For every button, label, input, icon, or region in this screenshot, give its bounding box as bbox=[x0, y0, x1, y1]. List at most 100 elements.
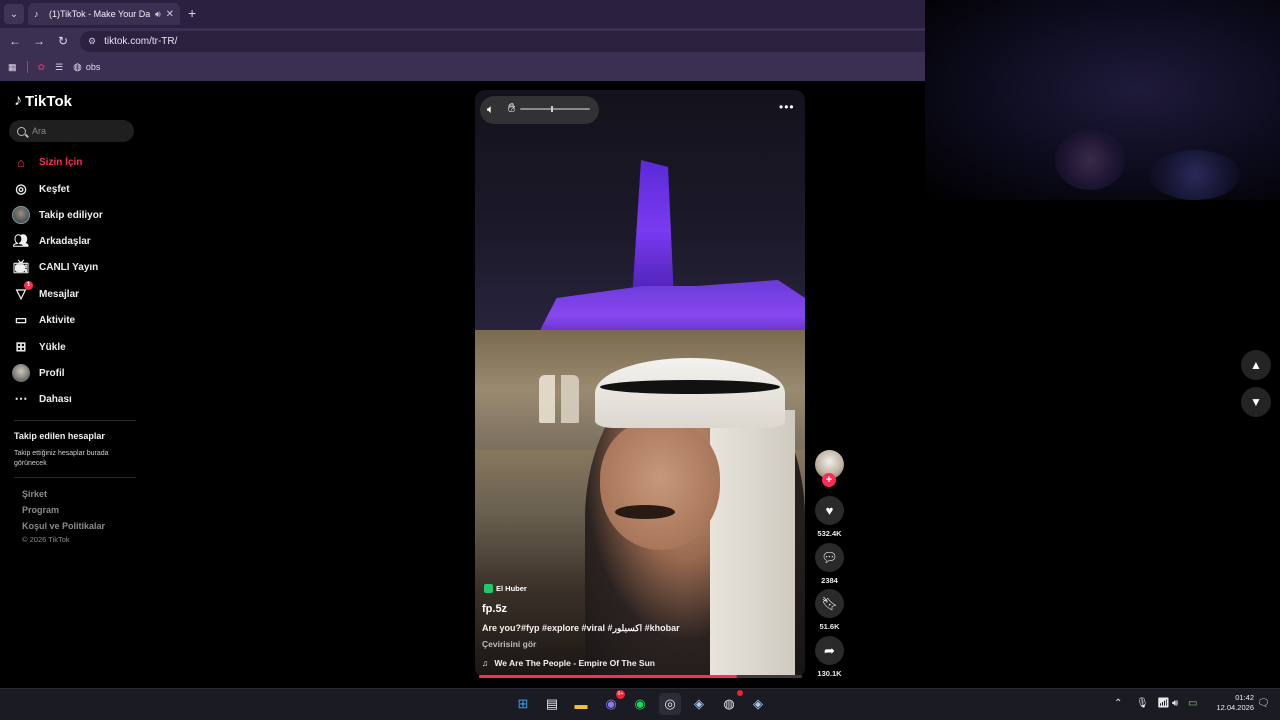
clock-time: 01:42 bbox=[1235, 693, 1254, 702]
home-icon: ⌂ bbox=[17, 154, 25, 170]
following-accounts-title: Takip edilen hesaplar bbox=[14, 431, 105, 441]
steam-icon[interactable]: ◈ bbox=[688, 693, 710, 715]
footer-link-terms[interactable]: Koşul ve Politikalar bbox=[22, 521, 105, 531]
see-translation-link[interactable]: Çevirisini gör bbox=[482, 639, 536, 649]
video-description: Are you?#fyp #explore #viral #اكسبلور #k… bbox=[482, 623, 680, 633]
battery-app-icon[interactable]: ▭ bbox=[1188, 698, 1197, 709]
tray-chevron-up-icon[interactable]: ⌃ bbox=[1114, 698, 1122, 709]
like-count: 532.4K bbox=[817, 529, 842, 538]
comment-count: 2384 bbox=[821, 576, 838, 585]
nav-friends[interactable]: 👥︎ Arkadaşlar bbox=[12, 231, 142, 251]
speaker-icon[interactable]: 🔊︎ bbox=[1172, 698, 1178, 709]
video-scene-scarf bbox=[710, 410, 795, 678]
volume-slider[interactable] bbox=[520, 106, 590, 112]
chevron-up-icon: ▲ bbox=[1250, 358, 1262, 372]
new-tab-button[interactable]: + bbox=[188, 5, 196, 21]
tab-search-button[interactable]: ⌄ bbox=[4, 4, 24, 24]
avatar bbox=[12, 364, 30, 382]
background-shape bbox=[1055, 130, 1125, 190]
file-explorer-icon[interactable]: ▬ bbox=[570, 693, 592, 715]
heart-icon: ♥ bbox=[825, 503, 834, 518]
microphone-icon[interactable]: 🎙︎ bbox=[1136, 698, 1149, 709]
back-icon[interactable]: ← bbox=[8, 34, 22, 48]
footer-link-company[interactable]: Şirket bbox=[22, 489, 47, 499]
nav-label: Yükle bbox=[39, 341, 66, 353]
browser-chrome: ⌄ ♪ (1)TikTok - Make Your Day 🔊︎ ✕ + ← →… bbox=[0, 0, 925, 81]
wifi-icon[interactable]: 📶︎ bbox=[1157, 698, 1170, 709]
nav-label: Arkadaşlar bbox=[39, 235, 91, 247]
video-scene-agal bbox=[600, 380, 780, 394]
send-icon: ▽ 1 bbox=[12, 281, 33, 303]
video-scene-moustache bbox=[615, 505, 675, 519]
nav-label: Sizin İçin bbox=[39, 156, 83, 168]
tab-title: (1)TikTok - Make Your Day bbox=[49, 9, 150, 19]
windows-start-icon[interactable]: ⊞ bbox=[512, 693, 534, 715]
compass-icon: ◎ bbox=[15, 181, 27, 196]
nav-label: Keşfet bbox=[39, 183, 70, 195]
url-text: tiktok.com/tr-TR/ bbox=[104, 36, 178, 47]
activity-icon: ▭ bbox=[14, 312, 28, 327]
video-scene-face bbox=[600, 420, 720, 550]
video-music[interactable]: ♫ We Are The People - Empire Of The Sun bbox=[482, 658, 655, 668]
previous-video-button[interactable]: ▲ bbox=[1241, 350, 1271, 380]
bookmark-app-icon[interactable]: ✿ bbox=[38, 62, 46, 73]
sidebar-divider bbox=[14, 477, 136, 478]
messages-badge: 1 bbox=[24, 281, 33, 290]
spotify-icon[interactable]: ◉ bbox=[629, 693, 651, 715]
steam-icon[interactable]: ◈ bbox=[747, 693, 769, 715]
bookmark-label: obs bbox=[85, 62, 101, 72]
apps-grid-icon[interactable]: ▦ bbox=[8, 62, 17, 73]
search-input[interactable]: Ara bbox=[9, 120, 134, 142]
nav-more[interactable]: ⋯ Dahası bbox=[12, 389, 142, 409]
notification-icon[interactable]: 🗨︎ bbox=[1257, 698, 1270, 709]
more-dots-icon: ⋯ bbox=[14, 391, 28, 406]
nav-following[interactable]: Takip ediliyor bbox=[12, 205, 142, 225]
reload-icon[interactable]: ↻ bbox=[56, 34, 70, 48]
more-options-icon[interactable]: ••• bbox=[779, 100, 795, 114]
author-tag[interactable]: El Huber bbox=[484, 582, 527, 594]
nav-messages[interactable]: ▽ 1 Mesajlar bbox=[12, 281, 142, 304]
footer-link-program[interactable]: Program bbox=[22, 505, 59, 515]
tab-audio-icon[interactable]: 🔊︎ bbox=[155, 9, 161, 20]
nav-live[interactable]: 📺︎ CANLI Yayın bbox=[12, 257, 142, 277]
music-note-icon: ♫ bbox=[482, 658, 489, 668]
tab-close-icon[interactable]: ✕ bbox=[166, 9, 174, 20]
follow-plus-icon[interactable]: + bbox=[822, 473, 836, 487]
discord-icon[interactable]: ◉ 9+ bbox=[600, 690, 625, 715]
chrome-icon[interactable]: ◎ bbox=[659, 693, 681, 715]
nav-profile[interactable]: Profil bbox=[12, 363, 142, 383]
comment-button[interactable]: 💬︎ bbox=[815, 543, 844, 572]
nav-activity[interactable]: ▭ Aktivite bbox=[12, 310, 142, 330]
save-button[interactable]: 🔖︎ bbox=[815, 589, 844, 618]
nav-label: Profil bbox=[39, 367, 65, 379]
store-icon[interactable]: ▤ bbox=[541, 693, 563, 715]
clock[interactable]: 01:42 12.04.2026 bbox=[1210, 693, 1254, 713]
chevron-down-icon: ▼ bbox=[1250, 395, 1262, 409]
video-username[interactable]: fp.5z bbox=[482, 603, 507, 615]
site-info-icon[interactable]: ⚙ bbox=[88, 36, 96, 47]
upload-plus-icon: ⊞ bbox=[15, 339, 27, 354]
volume-knob[interactable] bbox=[551, 106, 553, 112]
nav-for-you[interactable]: ⌂ Sizin İçin bbox=[12, 152, 142, 172]
nav-upload[interactable]: ⊞ Yükle bbox=[12, 337, 142, 357]
tiktok-logo[interactable]: ♪ TikTok bbox=[14, 92, 72, 110]
forward-icon[interactable]: → bbox=[32, 34, 46, 48]
volume-control bbox=[480, 96, 599, 124]
address-bar[interactable]: ⚙ tiktok.com/tr-TR/ bbox=[80, 31, 925, 52]
volume-icon[interactable]: 🔈︎ bbox=[487, 102, 494, 117]
bookmark-folder-icon[interactable]: ☰ bbox=[55, 62, 63, 73]
next-video-button[interactable]: ▼ bbox=[1241, 387, 1271, 417]
live-tv-icon: 📺︎ bbox=[12, 259, 30, 274]
obs-dot bbox=[737, 690, 743, 696]
video-progress-bar[interactable] bbox=[479, 675, 802, 678]
bookmark-obs[interactable]: ◍ obs bbox=[73, 62, 100, 73]
like-button[interactable]: ♥ bbox=[815, 496, 844, 525]
obs-icon[interactable]: ◍ bbox=[718, 690, 743, 715]
tiktok-favicon-icon: ♪ bbox=[34, 9, 39, 19]
background-shape bbox=[1150, 150, 1240, 200]
tab-tiktok[interactable]: ♪ (1)TikTok - Make Your Day 🔊︎ ✕ bbox=[28, 3, 180, 25]
share-icon: ➦ bbox=[824, 642, 835, 658]
share-button[interactable]: ➦ bbox=[815, 636, 844, 665]
video-scene-people bbox=[539, 375, 579, 423]
nav-explore[interactable]: ◎ Keşfet bbox=[12, 179, 142, 199]
